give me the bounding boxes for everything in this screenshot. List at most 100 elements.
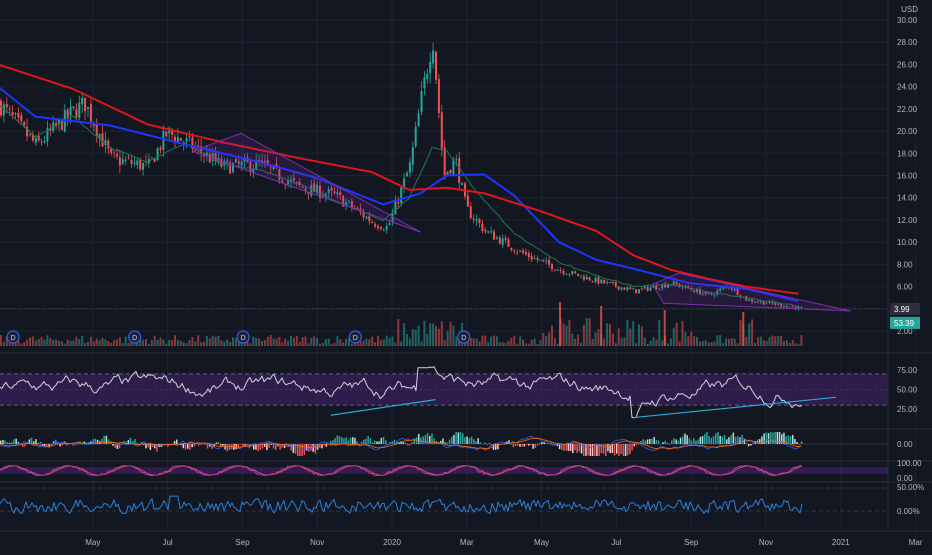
macd-histogram-bar (206, 444, 209, 449)
macd-histogram-bar (455, 432, 457, 444)
y-tick-label: 18.00 (897, 149, 918, 158)
chart-canvas[interactable]: D D D D D May Jul Sep Nov 2020 Mar May Jul Sep Nov 202… (0, 0, 932, 550)
macd-histogram-bar (613, 444, 616, 456)
macd-histogram-bar (664, 440, 666, 444)
candle-body (490, 231, 493, 233)
macd-histogram-bar (552, 443, 554, 445)
macd-histogram-bar (424, 434, 427, 444)
volume-bar (646, 343, 649, 346)
volume-bar (330, 343, 333, 346)
macd-histogram-bar (301, 444, 303, 456)
macd-histogram-bar (35, 439, 37, 444)
macd-histogram-bar (371, 442, 374, 444)
volume-bar (316, 337, 319, 346)
volume-bar (69, 340, 72, 346)
candle-body (591, 281, 594, 282)
macd-histogram-bar (55, 439, 57, 444)
volume-bar (507, 340, 510, 346)
volume-bar (342, 342, 345, 346)
volume-bar (368, 339, 371, 346)
macd-histogram-bar (4, 440, 6, 444)
volume-bar (707, 342, 710, 346)
dividend-marker[interactable]: D (348, 330, 362, 344)
volume-bar (379, 339, 382, 346)
candle-body (95, 124, 98, 137)
macd-histogram-bar (464, 437, 466, 444)
y-tick-label: 20.00 (897, 127, 918, 136)
volume-bar (345, 338, 348, 346)
volume-bar (263, 340, 266, 346)
dividend-marker-label: D (241, 335, 246, 342)
volume-bar (623, 337, 626, 346)
volume-bar (585, 318, 588, 346)
volume-bar (472, 338, 475, 346)
x-tick-label: 2021 (832, 538, 850, 547)
dividend-marker[interactable]: D (236, 330, 250, 344)
volume-bar (200, 342, 203, 346)
candle-body (640, 288, 643, 290)
macd-histogram-bar (147, 444, 149, 448)
candle-body (600, 279, 603, 284)
volume-bar (385, 335, 388, 346)
stock-chart[interactable]: D D D D D May Jul Sep Nov 2020 Mar May Jul Sep Nov 202… (0, 0, 932, 550)
currency-label: USD (901, 5, 918, 14)
volume-bar (60, 341, 63, 346)
macd-histogram-bar (706, 432, 708, 444)
volume-bar (733, 338, 736, 346)
volume-bar (690, 331, 693, 346)
candle-body (116, 154, 118, 157)
macd-histogram-bar (330, 441, 332, 444)
volume-bar (519, 336, 522, 346)
candle-body (487, 231, 490, 233)
volume-bar (620, 337, 623, 346)
dividend-marker[interactable]: D (6, 330, 20, 344)
candle-body (603, 279, 606, 284)
candle-body (197, 145, 200, 147)
macd-histogram-bar (411, 442, 413, 444)
volume-spike (742, 312, 745, 346)
candle-body (374, 224, 377, 227)
candle-body (585, 276, 588, 280)
volume-bar (55, 339, 58, 346)
volume-bar (774, 336, 777, 346)
y-tick-label: 28.00 (897, 38, 918, 47)
volume-bar (780, 335, 783, 346)
macd-histogram-bar (662, 442, 664, 444)
candle-body (37, 135, 40, 141)
volume-bar (75, 336, 78, 346)
volatility-tick-label: 50.00% (897, 483, 924, 492)
volume-bar (452, 325, 455, 346)
macd-histogram-bar (545, 443, 548, 444)
macd-histogram-bar (800, 441, 803, 444)
volume-bar (29, 337, 31, 346)
dividend-marker[interactable]: D (457, 330, 471, 344)
macd-histogram-bar (369, 438, 372, 444)
macd-histogram-bar (732, 432, 735, 444)
candle-body (34, 138, 37, 143)
candle-body (513, 250, 516, 252)
volume-bar (304, 336, 307, 346)
volume-bar (698, 341, 701, 346)
macd-histogram-bar (2, 440, 4, 444)
candle-body (133, 162, 136, 164)
volume-bar (754, 343, 756, 346)
volume-bar (101, 337, 104, 346)
volume-bar (487, 342, 490, 346)
macd-histogram-bar (374, 440, 376, 444)
macd-histogram-bar (523, 444, 526, 447)
candle-body (397, 201, 400, 204)
stoch-tick-label: 0.00 (897, 474, 913, 483)
macd-histogram-bar (402, 442, 405, 444)
macd-histogram-bar (407, 444, 409, 446)
stoch-tick-label: 100.00 (897, 459, 922, 468)
macd-histogram-bar (347, 440, 350, 444)
volume-spike (559, 302, 561, 346)
dividend-marker[interactable]: D (128, 330, 142, 344)
macd-histogram-bar (539, 443, 541, 444)
volume-bar (640, 326, 643, 346)
volume-bar (533, 338, 536, 346)
volume-bar (649, 340, 652, 346)
volume-bar (272, 338, 275, 346)
volume-bar (791, 340, 794, 346)
volume-bar (655, 339, 658, 346)
